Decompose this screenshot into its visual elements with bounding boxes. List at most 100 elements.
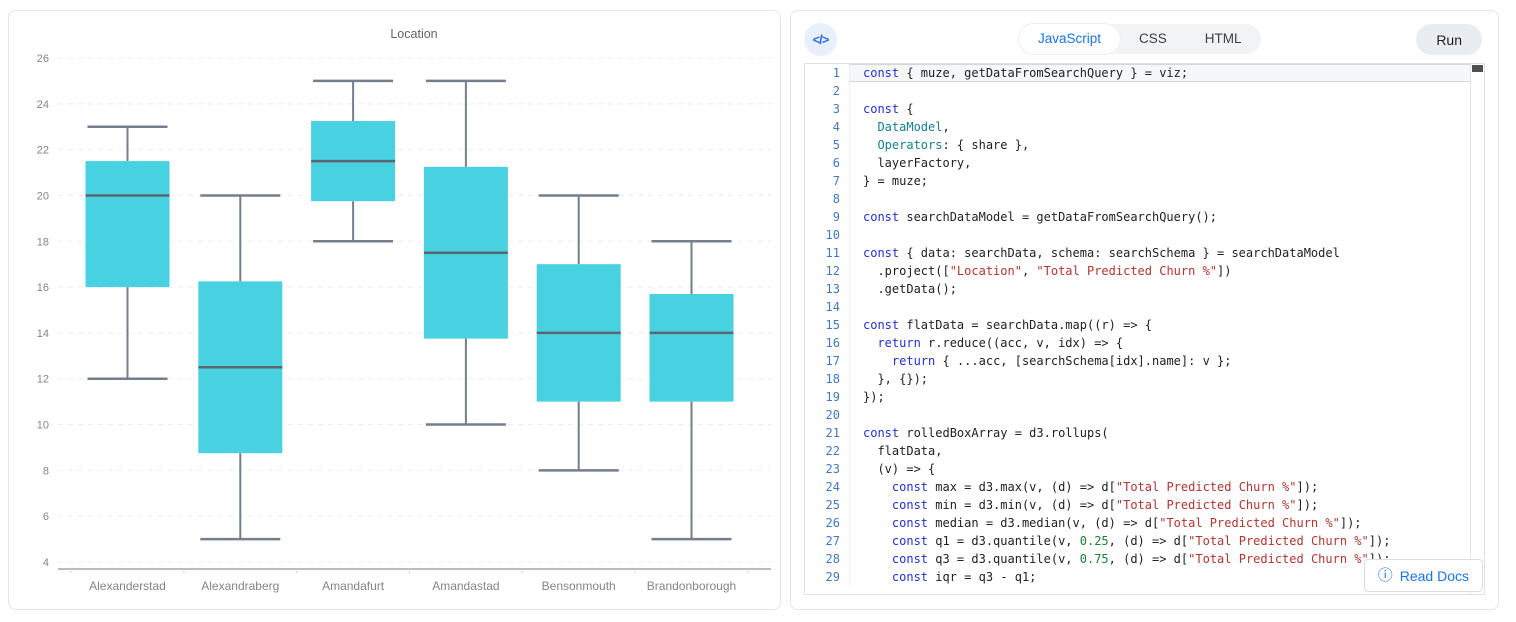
x-category-label: Alexanderstad [89,579,166,593]
tab-css[interactable]: CSS [1120,24,1186,54]
code-line[interactable]: 5 Operators: { share }, [805,136,1484,154]
code-icon: </> [804,23,837,56]
code-line-text: .getData(); [850,280,1484,298]
scrollbar-thumb[interactable] [1472,65,1483,72]
box-rect[interactable] [650,294,734,402]
code-line[interactable]: 12 .project(["Location", "Total Predicte… [805,262,1484,280]
line-number: 8 [805,190,850,208]
line-number: 21 [805,424,850,442]
box-plot[interactable] [311,81,395,241]
line-number: 13 [805,280,850,298]
code-line-text: }); [850,388,1484,406]
box-rect[interactable] [86,161,170,287]
line-number: 7 [805,172,850,190]
y-tick-label: 6 [43,511,49,523]
read-docs-button[interactable]: ⓘ Read Docs [1364,559,1483,592]
code-line[interactable]: 6 layerFactory, [805,154,1484,172]
line-number: 29 [805,568,850,586]
chart-panel: Location468101214161820222426Alexanderst… [8,10,781,610]
line-number: 14 [805,298,850,316]
line-number: 2 [805,82,850,100]
code-line-text: return r.reduce((acc, v, idx) => { [850,334,1484,352]
code-line[interactable]: 10 [805,226,1484,244]
editor-scrollbar[interactable] [1470,64,1484,594]
line-number: 24 [805,478,850,496]
code-line[interactable]: 24 const max = d3.max(v, (d) => d["Total… [805,478,1484,496]
y-tick-label: 4 [43,557,49,569]
code-panel: </> JavaScript CSS HTML Run 1const { muz… [790,10,1499,610]
info-icon: ⓘ [1378,568,1393,583]
line-number: 27 [805,532,850,550]
code-line[interactable]: 2 [805,82,1484,100]
boxplot-chart[interactable]: Location468101214161820222426Alexanderst… [9,11,780,609]
code-line[interactable]: 16 return r.reduce((acc, v, idx) => { [805,334,1484,352]
line-number: 3 [805,100,850,118]
code-line-text: const median = d3.median(v, (d) => d["To… [850,514,1484,532]
code-line[interactable]: 11const { data: searchData, schema: sear… [805,244,1484,262]
line-number: 26 [805,514,850,532]
chart-title: Location [390,27,437,41]
code-line[interactable]: 19}); [805,388,1484,406]
y-tick-label: 18 [37,236,49,248]
code-line-text: Operators: { share }, [850,136,1484,154]
code-line[interactable]: 17 return { ...acc, [searchSchema[idx].n… [805,352,1484,370]
code-line[interactable]: 26 const median = d3.median(v, (d) => d[… [805,514,1484,532]
code-line[interactable]: 18 }, {}); [805,370,1484,388]
code-line[interactable]: 7} = muze; [805,172,1484,190]
line-number: 9 [805,208,850,226]
box-plot[interactable] [424,81,508,425]
code-line[interactable]: 13 .getData(); [805,280,1484,298]
code-line[interactable]: 9const searchDataModel = getDataFromSear… [805,208,1484,226]
box-plot[interactable] [198,195,282,539]
code-line-text [850,190,1484,208]
code-line[interactable]: 25 const min = d3.min(v, (d) => d["Total… [805,496,1484,514]
box-plot[interactable] [86,127,170,379]
code-line[interactable]: 22 flatData, [805,442,1484,460]
code-line-text: const flatData = searchData.map((r) => { [850,316,1484,334]
line-number: 28 [805,550,850,568]
code-line[interactable]: 14 [805,298,1484,316]
tab-html[interactable]: HTML [1186,24,1261,54]
code-line-text: const searchDataModel = getDataFromSearc… [850,208,1484,226]
code-line-text: return { ...acc, [searchSchema[idx].name… [850,352,1484,370]
code-line-text: }, {}); [850,370,1484,388]
code-line-text [850,298,1484,316]
y-tick-label: 16 [37,282,49,294]
code-line-text: const { data: searchData, schema: search… [850,244,1484,262]
code-line[interactable]: 4 DataModel, [805,118,1484,136]
code-line[interactable]: 8 [805,190,1484,208]
line-number: 25 [805,496,850,514]
y-tick-label: 10 [37,420,49,432]
code-line[interactable]: 27 const q1 = d3.quantile(v, 0.25, (d) =… [805,532,1484,550]
line-number: 1 [805,64,850,82]
tab-javascript[interactable]: JavaScript [1019,24,1120,54]
code-line[interactable]: 23 (v) => { [805,460,1484,478]
code-line[interactable]: 1const { muze, getDataFromSearchQuery } … [805,64,1484,82]
line-number: 5 [805,136,850,154]
code-line-text: const q1 = d3.quantile(v, 0.25, (d) => d… [850,532,1484,550]
run-button[interactable]: Run [1416,24,1482,55]
code-line[interactable]: 20 [805,406,1484,424]
code-line-text: (v) => { [850,460,1484,478]
y-tick-label: 14 [37,328,49,340]
line-number: 23 [805,460,850,478]
code-line-text [850,226,1484,244]
x-category-label: Brandonborough [647,579,736,593]
code-line[interactable]: 3const { [805,100,1484,118]
code-editor[interactable]: 1const { muze, getDataFromSearchQuery } … [804,63,1485,595]
code-line-text: const { muze, getDataFromSearchQuery } =… [850,64,1484,82]
code-line[interactable]: 15const flatData = searchData.map((r) =>… [805,316,1484,334]
line-number: 19 [805,388,850,406]
y-tick-label: 22 [37,145,49,157]
code-line[interactable]: 21const rolledBoxArray = d3.rollups( [805,424,1484,442]
box-plot[interactable] [537,195,621,470]
box-plot[interactable] [650,241,734,539]
y-tick-label: 8 [43,465,49,477]
line-number: 15 [805,316,850,334]
x-category-label: Bensonmouth [542,579,616,593]
code-line-text: const max = d3.max(v, (d) => d["Total Pr… [850,478,1484,496]
code-line-text: } = muze; [850,172,1484,190]
x-category-label: Amandastad [432,579,499,593]
y-tick-label: 20 [37,190,49,202]
code-line-text: const rolledBoxArray = d3.rollups( [850,424,1484,442]
